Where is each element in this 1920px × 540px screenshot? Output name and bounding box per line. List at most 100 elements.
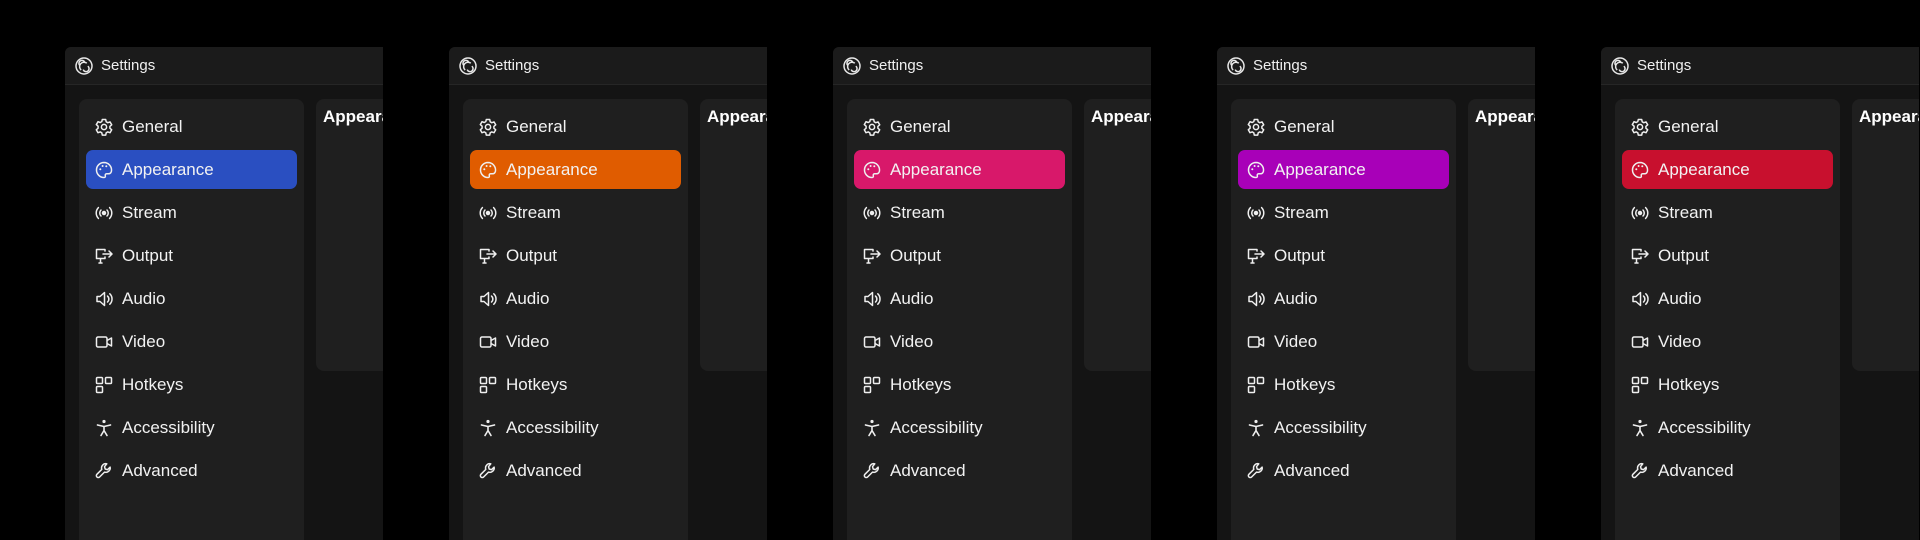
sidebar-item-label: Video [1274, 331, 1318, 351]
sidebar-item-video[interactable]: Video [1622, 322, 1833, 361]
sidebar-item-output[interactable]: Output [854, 236, 1065, 275]
speaker-icon [478, 289, 498, 309]
sidebar-item-label: Appearance [122, 159, 214, 179]
content-panel: Appearance [1468, 99, 1535, 371]
gear-icon [1630, 117, 1650, 137]
sidebar-item-label: Video [506, 331, 550, 351]
sidebar-item-advanced[interactable]: Advanced [1238, 451, 1449, 490]
speaker-icon [1246, 289, 1266, 309]
title-bar: Settings [449, 47, 767, 85]
sidebar-item-appearance[interactable]: Appearance [854, 150, 1065, 189]
settings-sidebar: General Appearance Stream Output Audio V… [847, 99, 1072, 540]
app-logo-icon [842, 56, 862, 76]
palette-icon [478, 160, 498, 180]
accessibility-icon [1630, 418, 1650, 438]
sidebar-item-output[interactable]: Output [470, 236, 681, 275]
app-logo-icon [1610, 56, 1630, 76]
sidebar-item-label: Accessibility [122, 417, 215, 437]
palette-icon [862, 160, 882, 180]
sidebar-item-appearance[interactable]: Appearance [86, 150, 297, 189]
sidebar-item-output[interactable]: Output [86, 236, 297, 275]
sidebar-item-label: Output [1274, 245, 1326, 265]
sidebar-item-label: Accessibility [1274, 417, 1367, 437]
sidebar-item-general[interactable]: General [86, 107, 297, 146]
sidebar-item-advanced[interactable]: Advanced [86, 451, 297, 490]
sidebar-item-stream[interactable]: Stream [1622, 193, 1833, 232]
title-bar: Settings [1601, 47, 1919, 85]
sidebar-item-stream[interactable]: Stream [1238, 193, 1449, 232]
sidebar-item-label: General [122, 116, 183, 136]
sidebar-item-video[interactable]: Video [854, 322, 1065, 361]
sidebar-item-video[interactable]: Video [1238, 322, 1449, 361]
gear-icon [862, 117, 882, 137]
sidebar-item-output[interactable]: Output [1238, 236, 1449, 275]
settings-window: Settings General Appearance Stream Outpu… [65, 47, 383, 540]
sidebar-item-accessibility[interactable]: Accessibility [86, 408, 297, 447]
sidebar-item-hotkeys[interactable]: Hotkeys [1622, 365, 1833, 404]
hotkeys-icon [1246, 375, 1266, 395]
sidebar-item-label: Hotkeys [1274, 374, 1336, 394]
sidebar-item-label: Hotkeys [890, 374, 952, 394]
sidebar-item-appearance[interactable]: Appearance [1622, 150, 1833, 189]
app-logo-icon [74, 56, 94, 76]
sidebar-item-advanced[interactable]: Advanced [470, 451, 681, 490]
sidebar-item-audio[interactable]: Audio [1238, 279, 1449, 318]
hotkeys-icon [862, 375, 882, 395]
sidebar-item-label: Appearance [1658, 159, 1750, 179]
window-title: Settings [485, 57, 540, 74]
sidebar-item-general[interactable]: General [470, 107, 681, 146]
sidebar-item-label: Advanced [1658, 460, 1734, 480]
sidebar-item-label: Audio [1658, 288, 1702, 308]
sidebar-item-audio[interactable]: Audio [1622, 279, 1833, 318]
sidebar-item-label: Hotkeys [122, 374, 184, 394]
sidebar-item-accessibility[interactable]: Accessibility [470, 408, 681, 447]
sidebar-item-accessibility[interactable]: Accessibility [854, 408, 1065, 447]
sidebar-item-advanced[interactable]: Advanced [854, 451, 1065, 490]
panel-title: Appearance [1475, 107, 1535, 126]
sidebar-item-video[interactable]: Video [86, 322, 297, 361]
sidebar-item-hotkeys[interactable]: Hotkeys [470, 365, 681, 404]
sidebar-item-video[interactable]: Video [470, 322, 681, 361]
sidebar-item-label: Stream [1274, 202, 1329, 222]
sidebar-item-audio[interactable]: Audio [854, 279, 1065, 318]
sidebar-item-accessibility[interactable]: Accessibility [1622, 408, 1833, 447]
sidebar-item-audio[interactable]: Audio [86, 279, 297, 318]
video-camera-icon [1246, 332, 1266, 352]
sidebar-item-label: Advanced [1274, 460, 1350, 480]
output-icon [1630, 246, 1650, 266]
sidebar-item-output[interactable]: Output [1622, 236, 1833, 275]
video-camera-icon [94, 332, 114, 352]
sidebar-item-appearance[interactable]: Appearance [470, 150, 681, 189]
sidebar-item-hotkeys[interactable]: Hotkeys [1238, 365, 1449, 404]
sidebar-item-label: Hotkeys [1658, 374, 1720, 394]
sidebar-item-stream[interactable]: Stream [470, 193, 681, 232]
broadcast-icon [1630, 203, 1650, 223]
output-icon [478, 246, 498, 266]
sidebar-item-stream[interactable]: Stream [86, 193, 297, 232]
output-icon [862, 246, 882, 266]
sidebar-item-hotkeys[interactable]: Hotkeys [854, 365, 1065, 404]
sidebar-item-general[interactable]: General [1622, 107, 1833, 146]
sidebar-item-general[interactable]: General [854, 107, 1065, 146]
settings-sidebar: General Appearance Stream Output Audio V… [1231, 99, 1456, 540]
sidebar-item-label: Stream [890, 202, 945, 222]
sidebar-item-label: Advanced [890, 460, 966, 480]
palette-icon [94, 160, 114, 180]
settings-sidebar: General Appearance Stream Output Audio V… [463, 99, 688, 540]
video-camera-icon [862, 332, 882, 352]
sidebar-item-audio[interactable]: Audio [470, 279, 681, 318]
sidebar-item-label: Stream [1658, 202, 1713, 222]
sidebar-item-hotkeys[interactable]: Hotkeys [86, 365, 297, 404]
settings-window: Settings General Appearance Stream Outpu… [449, 47, 767, 540]
sidebar-item-label: Accessibility [1658, 417, 1751, 437]
content-panel: Appearance [1852, 99, 1919, 371]
sidebar-item-general[interactable]: General [1238, 107, 1449, 146]
hotkeys-icon [478, 375, 498, 395]
sidebar-item-stream[interactable]: Stream [854, 193, 1065, 232]
sidebar-item-appearance[interactable]: Appearance [1238, 150, 1449, 189]
sidebar-item-accessibility[interactable]: Accessibility [1238, 408, 1449, 447]
settings-window: Settings General Appearance Stream Outpu… [1217, 47, 1535, 540]
sidebar-item-label: Audio [122, 288, 166, 308]
sidebar-item-label: Audio [890, 288, 934, 308]
sidebar-item-advanced[interactable]: Advanced [1622, 451, 1833, 490]
